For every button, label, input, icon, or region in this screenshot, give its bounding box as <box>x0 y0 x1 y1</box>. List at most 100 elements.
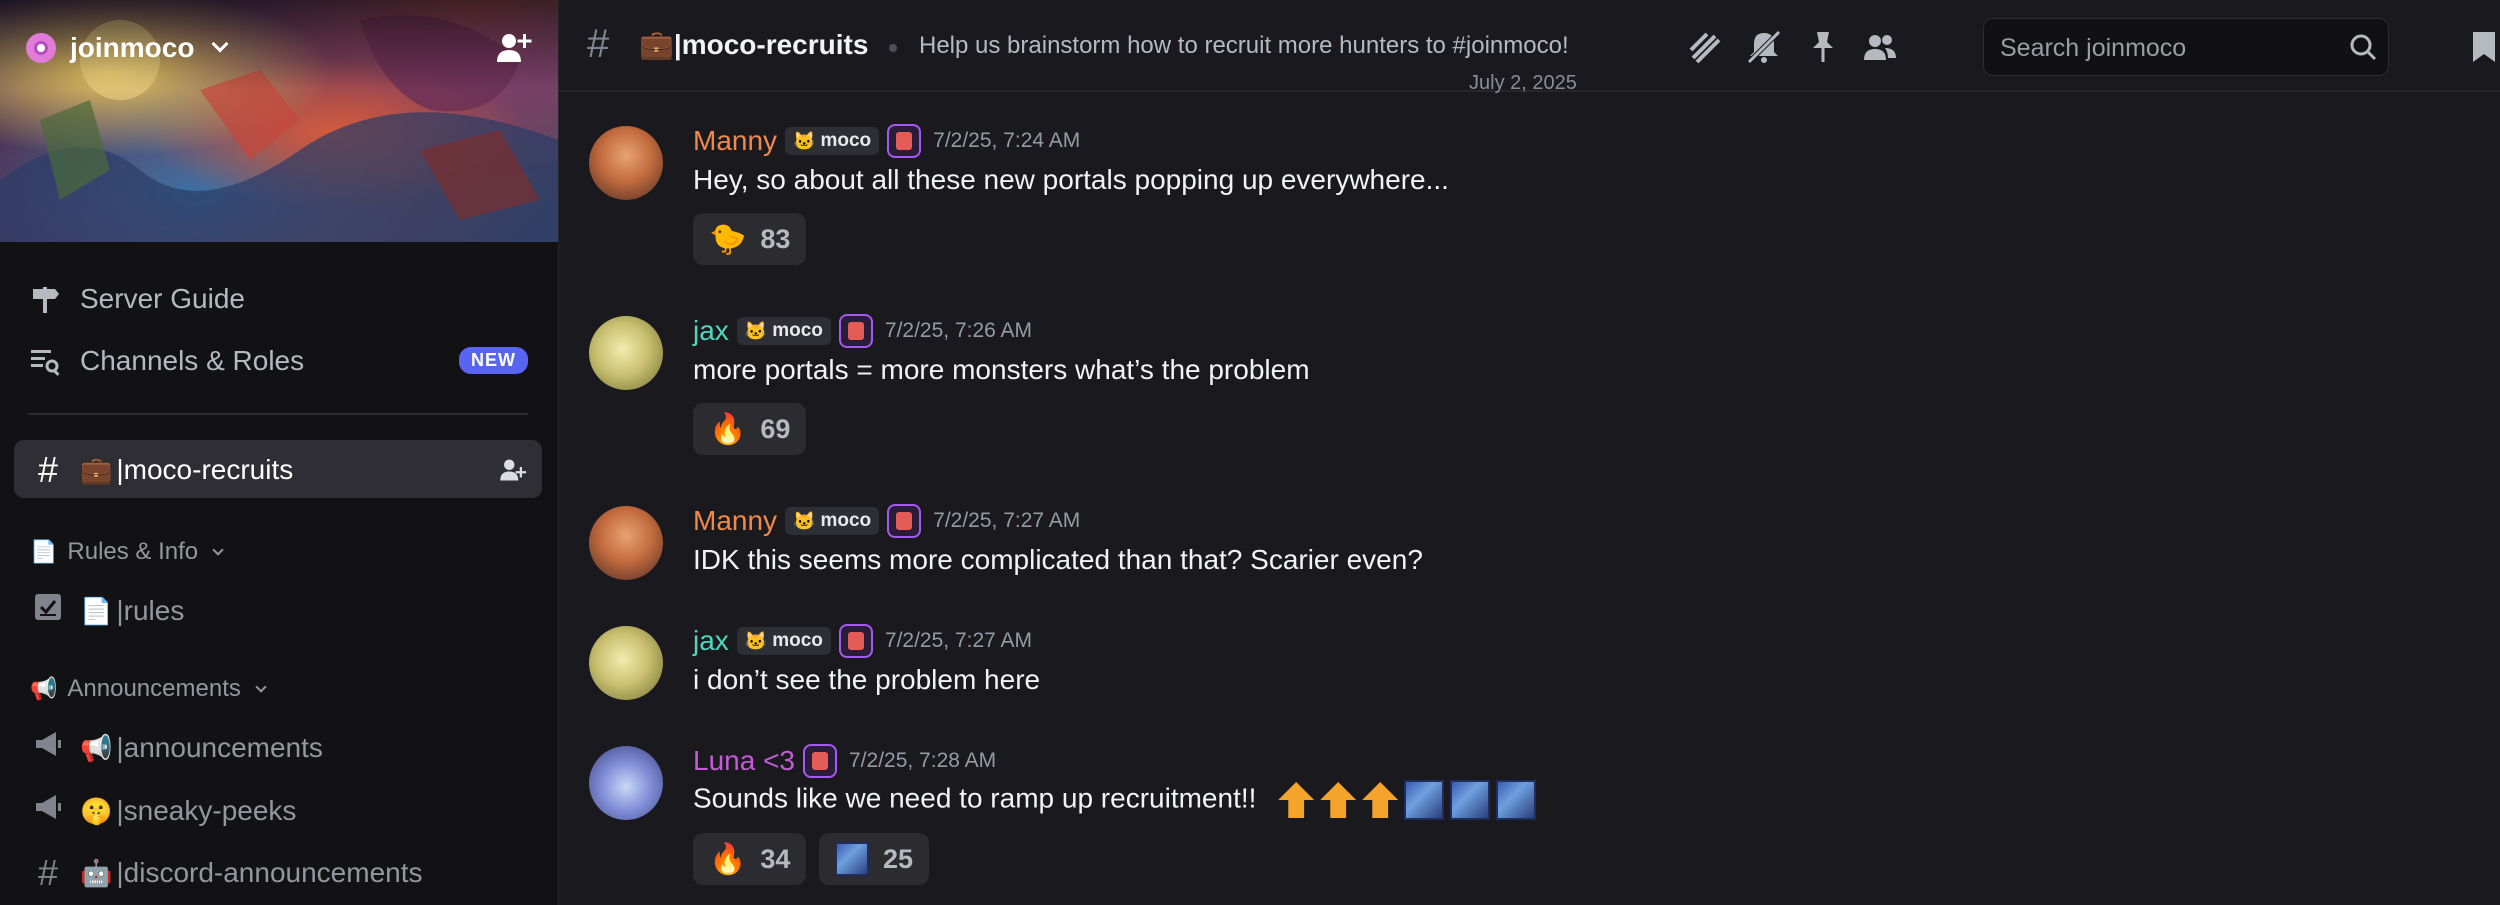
guild-tag[interactable]: 🐱 moco <box>736 317 831 345</box>
channel-item-announcements[interactable]: 📢 |announcements <box>30 727 323 769</box>
author-name[interactable]: Luna <3 <box>693 745 795 777</box>
reaction-button[interactable]: 25 <box>819 833 930 885</box>
channel-emoji: 🤖 <box>80 857 113 888</box>
member-list-button[interactable] <box>1861 28 1899 66</box>
message-header: Manny 🐱 moco 7/2/25, 7:27 AM <box>693 504 1080 538</box>
cat-icon: 🐱 <box>744 630 768 651</box>
author-name[interactable]: Manny <box>693 125 777 157</box>
channel-name: |moco-recruits <box>116 454 294 485</box>
channel-name: |sneaky-peeks <box>116 795 297 826</box>
channel-item-sneaky-peeks[interactable]: 🤫 |sneaky-peeks <box>30 790 296 832</box>
timestamp[interactable]: 7/2/25, 7:27 AM <box>933 509 1080 533</box>
guild-tag[interactable]: 🐱 moco <box>785 127 880 155</box>
timestamp[interactable]: 7/2/25, 7:24 AM <box>933 129 1080 153</box>
avatar[interactable] <box>589 126 663 200</box>
chevron-down-icon <box>211 35 229 53</box>
avatar[interactable] <box>589 626 663 700</box>
reaction-button[interactable]: 🐤 83 <box>693 213 807 265</box>
channel-topic[interactable]: Help us brainstorm how to recruit more h… <box>919 32 1569 60</box>
server-guide-link[interactable]: Server Guide <box>28 282 245 316</box>
channels-roles-link[interactable]: Channels & Roles <box>28 344 304 378</box>
reaction-count: 83 <box>760 223 791 254</box>
rules-checkbox-icon <box>30 590 66 632</box>
channel-name: |rules <box>116 595 185 626</box>
active-channel: # 💼 |moco-recruits <box>30 449 293 491</box>
hash-icon: # <box>37 449 59 490</box>
category-label: Rules & Info <box>67 538 199 565</box>
avatar[interactable] <box>589 506 663 580</box>
channel-emoji: 📢 <box>80 732 113 763</box>
mute-button[interactable] <box>1745 28 1783 66</box>
channel-emoji: 📄 <box>80 595 113 626</box>
custom-hunter-emoji <box>1450 780 1491 820</box>
category-announcements[interactable]: 📢 Announcements <box>30 675 267 703</box>
search-input[interactable]: Search joinmoco <box>1983 18 2389 76</box>
search-placeholder: Search joinmoco <box>2000 34 2187 62</box>
reaction-emoji: 🐤 <box>709 222 747 256</box>
guild-tag[interactable]: 🐱 moco <box>736 627 831 655</box>
channel-item-rules[interactable]: 📄 |rules <box>30 590 184 632</box>
guild-tag[interactable]: 🐱 moco <box>785 507 880 535</box>
sidebar-divider <box>28 413 528 415</box>
inbox-icon <box>2473 32 2495 62</box>
add-user-icon <box>497 34 532 62</box>
message-text: i don’t see the problem here <box>693 664 1041 695</box>
timestamp[interactable]: 7/2/25, 7:27 AM <box>885 629 1032 653</box>
category-rules-info[interactable]: 📄 Rules & Info <box>30 538 224 566</box>
channel-emoji: 💼 <box>639 29 674 60</box>
timestamp[interactable]: 7/2/25, 7:28 AM <box>849 749 996 773</box>
custom-hunter-emoji <box>835 842 869 876</box>
arrow-up-emoji <box>1320 782 1357 818</box>
server-name-dropdown[interactable]: joinmoco <box>26 26 229 70</box>
reaction-button[interactable]: 🔥 34 <box>693 833 807 885</box>
pinned-messages-button[interactable] <box>1803 28 1841 66</box>
add-user-icon <box>500 459 527 481</box>
avatar[interactable] <box>589 316 663 390</box>
message-text: IDK this seems more complicated than tha… <box>693 544 1423 575</box>
chat-area: # 💼|moco-recruits Help us brainstorm how… <box>558 0 2500 905</box>
cat-icon: 🐱 <box>793 130 816 151</box>
separator-dot <box>889 44 897 52</box>
channel-title: 💼|moco-recruits <box>639 28 868 61</box>
invite-people-button[interactable] <box>494 28 534 68</box>
megaphone-icon <box>30 790 66 832</box>
reaction-count: 69 <box>760 413 791 444</box>
threads-button[interactable] <box>1687 28 1725 66</box>
avatar[interactable] <box>589 746 663 820</box>
document-icon: 📄 <box>30 539 58 564</box>
arrow-up-emoji <box>1278 782 1315 818</box>
create-invite-button[interactable] <box>498 455 528 489</box>
channel-item-discord-announcements[interactable]: # 🤖 |discord-announcements <box>30 852 423 894</box>
channel-name: |announcements <box>116 732 323 763</box>
message-text: Sounds like we need to ramp up recruitme… <box>693 780 1537 820</box>
mute-icon <box>1747 30 1781 64</box>
new-badge: NEW <box>459 347 528 374</box>
server-sidebar: joinmoco Server Guide Channels & Roles N… <box>0 0 558 905</box>
pin-icon <box>1813 32 1833 62</box>
role-icon <box>887 124 922 158</box>
chevron-down-icon <box>212 544 224 556</box>
server-guide-label: Server Guide <box>80 283 245 314</box>
timestamp[interactable]: 7/2/25, 7:26 AM <box>885 319 1032 343</box>
chevron-down-icon <box>255 681 267 693</box>
members-icon <box>1864 35 1896 60</box>
custom-hunter-emoji <box>1404 780 1445 820</box>
reaction-count: 25 <box>883 843 914 874</box>
category-label: Announcements <box>67 675 241 702</box>
author-name[interactable]: jax <box>693 625 729 657</box>
megaphone-icon <box>30 727 66 769</box>
author-name[interactable]: jax <box>693 315 729 347</box>
message-header: jax 🐱 moco 7/2/25, 7:27 AM <box>693 624 1032 658</box>
custom-hunter-emoji <box>1496 780 1537 820</box>
inbox-button[interactable] <box>2465 28 2500 66</box>
cat-icon: 🐱 <box>744 320 768 341</box>
message-text: more portals = more monsters what’s the … <box>693 354 1310 385</box>
search-icon <box>2350 34 2377 61</box>
author-name[interactable]: Manny <box>693 505 777 537</box>
channels-roles-label: Channels & Roles <box>80 345 305 376</box>
reaction-emoji: 🔥 <box>709 412 747 446</box>
arrow-up-emoji <box>1362 782 1399 818</box>
reaction-button[interactable]: 🔥 69 <box>693 403 807 455</box>
inline-emojis <box>1274 780 1537 820</box>
message-header: Luna <3 7/2/25, 7:28 AM <box>693 744 996 778</box>
